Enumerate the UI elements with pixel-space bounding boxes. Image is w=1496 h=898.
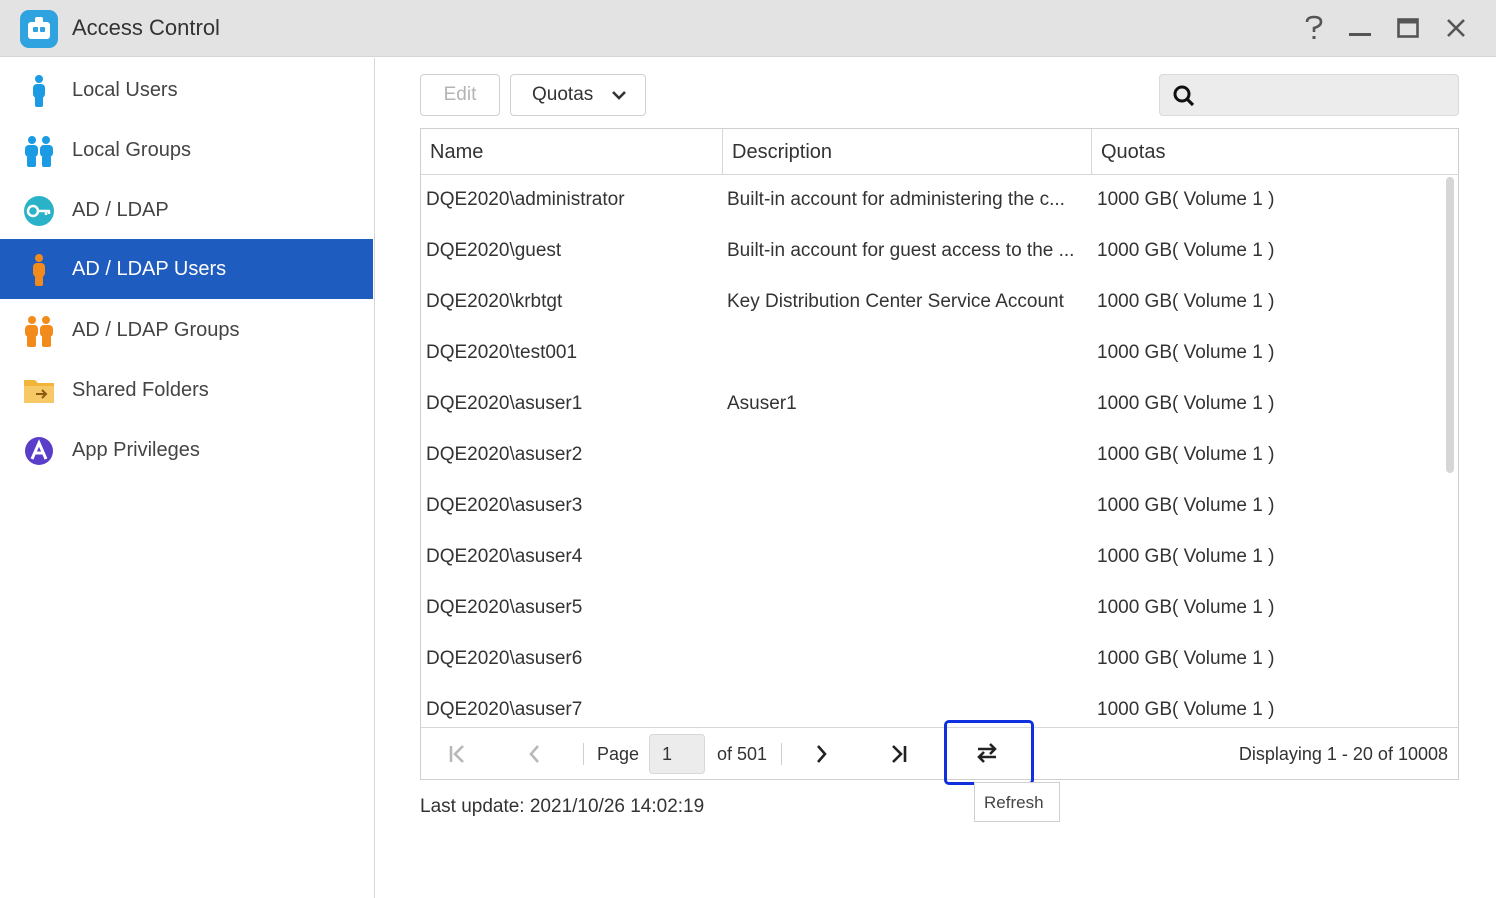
- cell-name: DQE2020\administrator: [426, 189, 625, 210]
- search-icon: [1172, 84, 1196, 108]
- table-row[interactable]: DQE2020\asuser1 Asuser1 1000 GB( Volume …: [421, 379, 1441, 430]
- cell-name: DQE2020\asuser5: [426, 597, 583, 618]
- chevron-down-icon: [611, 87, 627, 103]
- sidebar-item-ad-ldap[interactable]: AD / LDAP: [0, 180, 373, 240]
- close-icon[interactable]: [1442, 14, 1470, 42]
- users-table: Name Description Quotas DQE2020\administ…: [420, 128, 1459, 780]
- sidebar-item-ad-ldap-users[interactable]: AD / LDAP Users: [0, 239, 373, 299]
- sidebar-item-label: Shared Folders: [72, 379, 209, 401]
- table-row[interactable]: DQE2020\asuser3 1000 GB( Volume 1 ): [421, 481, 1441, 532]
- table-row[interactable]: DQE2020\guest Built-in account for guest…: [421, 226, 1441, 277]
- cell-quota: 1000 GB( Volume 1 ): [1097, 444, 1275, 465]
- search-input[interactable]: [1204, 81, 1449, 111]
- table-row[interactable]: DQE2020\asuser7 1000 GB( Volume 1 ): [421, 685, 1441, 727]
- cell-name: DQE2020\asuser2: [426, 444, 583, 465]
- user-icon: [22, 253, 56, 287]
- cell-quota: 1000 GB( Volume 1 ): [1097, 342, 1275, 363]
- cell-name: DQE2020\krbtgt: [426, 291, 563, 312]
- maximize-icon[interactable]: [1394, 14, 1422, 42]
- group-icon: [22, 134, 56, 168]
- sidebar-item-label: Local Groups: [72, 139, 191, 161]
- column-header-name[interactable]: Name: [421, 129, 723, 174]
- column-header-description[interactable]: Description: [723, 129, 1092, 174]
- sidebar-item-local-groups[interactable]: Local Groups: [0, 120, 373, 180]
- next-page-icon[interactable]: [807, 740, 835, 768]
- total-pages-label: of 501: [717, 744, 768, 764]
- quotas-dropdown[interactable]: Quotas: [510, 74, 646, 116]
- cell-name: DQE2020\asuser1: [426, 393, 583, 414]
- cell-quota: 1000 GB( Volume 1 ): [1097, 546, 1275, 567]
- app-privileges-icon: [22, 434, 56, 468]
- cell-quota: 1000 GB( Volume 1 ): [1097, 393, 1275, 414]
- cell-name: DQE2020\asuser6: [426, 648, 583, 669]
- sidebar-item-label: AD / LDAP Users: [72, 258, 227, 280]
- cell-description: Key Distribution Center Service Account: [727, 291, 1064, 312]
- access-control-logo-icon: [20, 10, 58, 48]
- previous-page-icon[interactable]: [521, 740, 549, 768]
- sidebar-item-ad-ldap-groups[interactable]: AD / LDAP Groups: [0, 300, 373, 360]
- group-icon: [22, 314, 56, 348]
- table-row[interactable]: DQE2020\asuser6 1000 GB( Volume 1 ): [421, 634, 1441, 685]
- page-number-input[interactable]: [649, 734, 705, 774]
- last-update-text: Last update: 2021/10/26 14:02:19: [420, 796, 705, 817]
- table-row[interactable]: DQE2020\administrator Built-in account f…: [421, 175, 1441, 226]
- last-page-icon[interactable]: [885, 740, 913, 768]
- cell-quota: 1000 GB( Volume 1 ): [1097, 240, 1275, 261]
- key-icon: [22, 194, 56, 228]
- table-row[interactable]: DQE2020\asuser2 1000 GB( Volume 1 ): [421, 430, 1441, 481]
- cell-name: DQE2020\test001: [426, 342, 578, 363]
- user-icon: [22, 74, 56, 108]
- pagination-bar: Page of 501 Displaying 1 - 20 of 10008: [421, 727, 1458, 779]
- cell-quota: 1000 GB( Volume 1 ): [1097, 648, 1275, 669]
- cell-description: Built-in account for guest access to the…: [727, 240, 1075, 261]
- cell-description: Asuser1: [727, 393, 797, 414]
- cell-name: DQE2020\asuser7: [426, 699, 583, 720]
- refresh-tooltip: Refresh: [974, 782, 1060, 822]
- cell-quota: 1000 GB( Volume 1 ): [1097, 699, 1275, 720]
- column-header-quotas[interactable]: Quotas: [1092, 129, 1458, 174]
- table-body: DQE2020\administrator Built-in account f…: [421, 175, 1458, 727]
- window-title: Access Control: [72, 15, 220, 40]
- table-row[interactable]: DQE2020\krbtgt Key Distribution Center S…: [421, 277, 1441, 328]
- sidebar-item-app-privileges[interactable]: App Privileges: [0, 420, 373, 480]
- table-header: Name Description Quotas: [421, 129, 1458, 175]
- refresh-icon[interactable]: [970, 737, 1004, 769]
- cell-description: Built-in account for administering the c…: [727, 189, 1065, 210]
- pager-divider: [781, 743, 782, 765]
- cell-quota: 1000 GB( Volume 1 ): [1097, 189, 1275, 210]
- cell-quota: 1000 GB( Volume 1 ): [1097, 495, 1275, 516]
- sidebar-item-local-users[interactable]: Local Users: [0, 60, 373, 120]
- quotas-dropdown-label: Quotas: [532, 84, 594, 105]
- cell-quota: 1000 GB( Volume 1 ): [1097, 291, 1275, 312]
- table-row[interactable]: DQE2020\test001 1000 GB( Volume 1 ): [421, 328, 1441, 379]
- sidebar-item-label: AD / LDAP: [72, 199, 169, 221]
- cell-name: DQE2020\asuser3: [426, 495, 583, 516]
- table-row[interactable]: DQE2020\asuser4 1000 GB( Volume 1 ): [421, 532, 1441, 583]
- sidebar-item-label: AD / LDAP Groups: [72, 319, 240, 341]
- table-row[interactable]: DQE2020\asuser5 1000 GB( Volume 1 ): [421, 583, 1441, 634]
- displaying-count: Displaying 1 - 20 of 10008: [1238, 744, 1448, 764]
- title-bar: Access Control: [0, 0, 1496, 57]
- vertical-scrollbar[interactable]: [1446, 177, 1454, 473]
- sidebar-item-shared-folders[interactable]: Shared Folders: [0, 360, 373, 420]
- help-icon[interactable]: [1300, 14, 1328, 42]
- sidebar-item-label: Local Users: [72, 79, 178, 101]
- first-page-icon[interactable]: [443, 740, 471, 768]
- sidebar: Local Users Local Groups AD / LDAP AD / …: [0, 58, 375, 898]
- pager-divider: [583, 743, 584, 765]
- cell-name: DQE2020\guest: [426, 240, 562, 261]
- page-label: Page: [597, 744, 640, 764]
- search-box: [1159, 74, 1459, 116]
- edit-button[interactable]: Edit: [420, 74, 500, 116]
- sidebar-item-label: App Privileges: [72, 439, 200, 461]
- folder-icon: [22, 374, 56, 408]
- minimize-icon[interactable]: [1346, 14, 1374, 42]
- cell-name: DQE2020\asuser4: [426, 546, 583, 567]
- cell-quota: 1000 GB( Volume 1 ): [1097, 597, 1275, 618]
